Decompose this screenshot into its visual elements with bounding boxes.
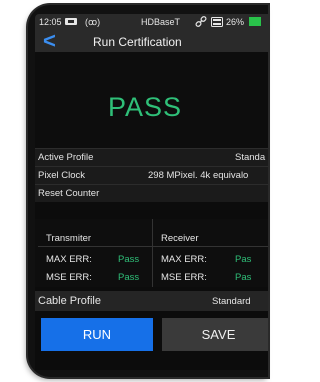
rx-mse-value: Pas <box>235 272 252 283</box>
status-bar: 12:05 (ꝏ) HDBaseT 26% <box>35 14 268 30</box>
divider <box>38 246 152 247</box>
battery-icon <box>249 17 261 26</box>
info-row-pixel-clock: Pixel Clock 298 MPixel. 4k equivalo <box>35 166 268 184</box>
result-panel: PASS <box>35 52 268 148</box>
info-value: 298 MPixel. 4k equivalo <box>148 170 249 181</box>
wifi-icon: (ꝏ) <box>85 17 101 27</box>
rx-mse-label: MSE ERR: <box>161 272 207 283</box>
divider <box>153 246 268 247</box>
info-value: Standa <box>235 152 266 163</box>
page-title: Run Certification <box>93 35 182 49</box>
info-label: Pixel Clock <box>38 170 85 181</box>
info-label: Active Profile <box>38 152 94 163</box>
save-button[interactable]: SAVE <box>162 318 268 351</box>
title-bar: < Run Certification <box>35 30 268 53</box>
battery-percent: 26% <box>226 17 245 27</box>
status-time: 12:05 <box>39 17 62 27</box>
link-icon <box>195 16 207 27</box>
tx-max-value: Pass <box>118 254 140 265</box>
card-icon <box>211 17 223 27</box>
tx-max-label: MAX ERR: <box>46 254 92 265</box>
result-status: PASS <box>107 92 183 122</box>
tx-mse-value: Pass <box>118 272 140 283</box>
info-row-reset-counter[interactable]: Reset Counter <box>35 184 268 202</box>
info-row-active-profile: Active Profile Standa <box>35 148 268 166</box>
tx-mse-label: MSE ERR: <box>46 272 92 283</box>
device-frame: 12:05 (ꝏ) HDBaseT 26% < Run Certificatio… <box>28 5 268 377</box>
cable-profile-value: Standard <box>212 296 251 307</box>
receiver-column: Receiver MAX ERR: Pas MSE ERR: Pas <box>153 219 268 287</box>
cable-profile-label: Cable Profile <box>38 295 101 307</box>
info-label: Reset Counter <box>38 188 100 199</box>
rx-max-value: Pas <box>235 254 252 265</box>
receiver-heading: Receiver <box>161 233 199 244</box>
back-icon[interactable]: < <box>43 30 56 52</box>
transmitter-heading: Transmiter <box>46 233 92 244</box>
error-matrix: Transmiter MAX ERR: Pass MSE ERR: Pass R… <box>35 219 268 287</box>
run-button[interactable]: RUN <box>41 318 153 351</box>
rx-max-label: MAX ERR: <box>161 254 207 265</box>
status-source: HDBaseT <box>141 17 181 27</box>
hdmi-icon <box>65 18 77 25</box>
screen: 12:05 (ꝏ) HDBaseT 26% < Run Certificatio… <box>35 14 268 370</box>
cable-profile-row[interactable]: Cable Profile Standard <box>35 291 268 311</box>
transmitter-column: Transmiter MAX ERR: Pass MSE ERR: Pass <box>38 219 153 287</box>
